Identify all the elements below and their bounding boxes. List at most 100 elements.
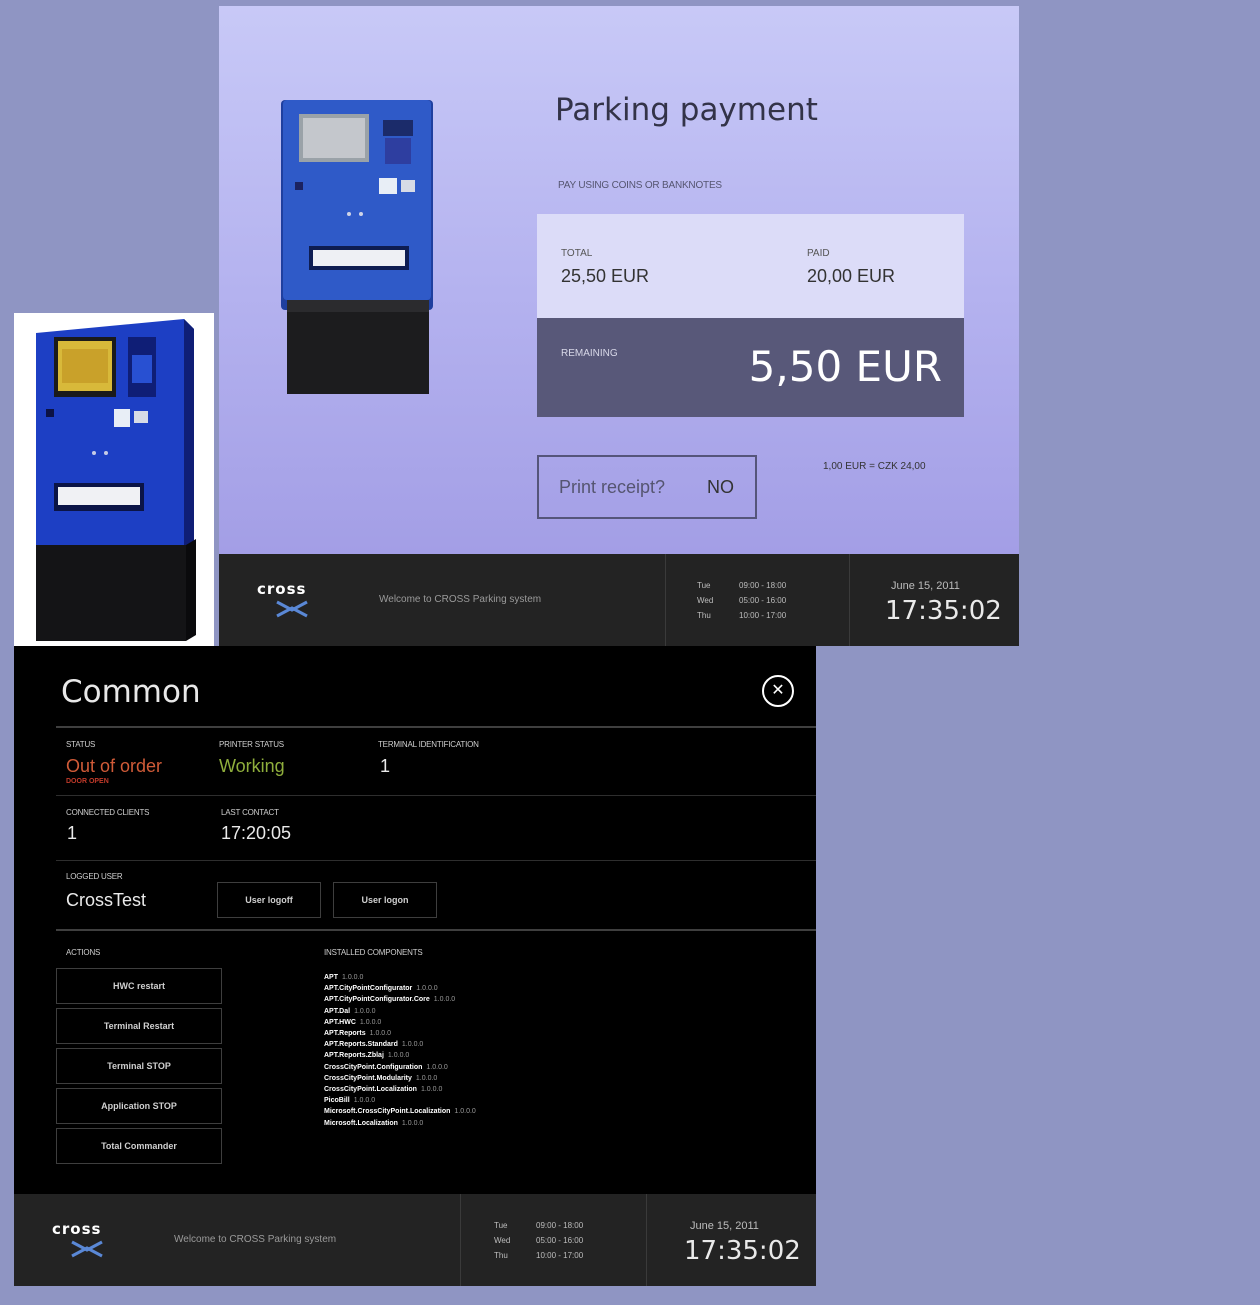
application-stop-button[interactable]: Application STOP xyxy=(56,1088,222,1124)
component-name: CrossCityPoint.Configuration xyxy=(324,1063,423,1071)
last-contact-value: 17:20:05 xyxy=(221,823,292,843)
component-item: CrossCityPoint.Modularity 1.0.0.0 xyxy=(324,1073,476,1084)
component-name: Microsoft.Localization xyxy=(324,1119,398,1127)
terminal-restart-button[interactable]: Terminal Restart xyxy=(56,1008,222,1044)
component-name: APT.CityPointConfigurator.Core xyxy=(324,996,430,1004)
component-version: 1.0.0.0 xyxy=(433,996,456,1004)
print-receipt-button[interactable]: Print receipt? NO xyxy=(537,455,757,519)
exchange-rate: 1,00 EUR = CZK 24,00 xyxy=(823,461,926,472)
component-name: APT.Reports.Zblaj xyxy=(324,1052,384,1060)
hwc-restart-button[interactable]: HWC restart xyxy=(56,968,222,1004)
opening-hours: Tue 09:00 - 18:00 Wed 05:00 - 16:00 Thu 10:… xyxy=(494,1218,583,1263)
connected-clients-value: 1 xyxy=(67,823,78,843)
component-item: APT 1.0.0.0 xyxy=(324,972,476,983)
user-logoff-button[interactable]: User logoff xyxy=(217,882,321,918)
section-divider xyxy=(56,929,816,931)
footer-time: 17:35:02 xyxy=(684,1236,801,1266)
actions-label: ACTIONS xyxy=(66,948,101,957)
payment-screen: Parking payment PAY USING COINS OR BANKN… xyxy=(219,6,1019,646)
page-title: Parking payment xyxy=(555,92,818,128)
print-receipt-value: NO xyxy=(707,477,734,497)
totals-panel: TOTAL 25,50 EUR PAID 20,00 EUR xyxy=(537,214,964,318)
terminal-id-label: TERMINAL IDENTIFICATION xyxy=(378,740,479,749)
welcome-text: Welcome to CROSS Parking system xyxy=(379,594,542,605)
print-receipt-label: Print receipt? xyxy=(559,477,666,497)
status-label: STATUS xyxy=(66,740,96,749)
payment-instruction: PAY USING COINS OR BANKNOTES xyxy=(558,180,722,191)
hours-row: Tue 09:00 - 18:00 xyxy=(697,581,787,590)
paid-value: 20,00 EUR xyxy=(807,266,896,286)
section-divider xyxy=(56,726,816,728)
component-item: APT.Reports.Zblaj 1.0.0.0 xyxy=(324,1050,476,1061)
installed-components-label: INSTALLED COMPONENTS xyxy=(324,948,423,957)
component-item: APT.CityPointConfigurator 1.0.0.0 xyxy=(324,983,476,994)
component-version: 1.0.0.0 xyxy=(342,974,364,981)
footer: cross Welcome to CROSS Parking system Tu… xyxy=(14,1194,816,1286)
common-panel: Common ✕ STATUS Out of order DOOR OPEN P… xyxy=(14,646,816,1286)
paid-label: PAID xyxy=(807,248,830,259)
component-name: Microsoft.CrossCityPoint.Localization xyxy=(324,1108,451,1116)
component-version: 1.0.0.0 xyxy=(369,1030,392,1038)
component-version: 1.0.0.0 xyxy=(454,1108,476,1116)
component-version: 1.0.0.0 xyxy=(401,1041,424,1049)
kiosk-photo xyxy=(14,313,214,646)
footer-divider xyxy=(646,1194,647,1286)
section-divider xyxy=(56,860,816,861)
remaining-panel: REMAINING 5,50 EUR xyxy=(537,318,964,417)
component-item: PicoBill 1.0.0.0 xyxy=(324,1095,476,1106)
hours-row: Wed 05:00 - 16:00 xyxy=(697,596,787,605)
component-item: Microsoft.CrossCityPoint.Localization 1.0… xyxy=(324,1106,476,1117)
logged-user-value: CrossTest xyxy=(66,890,147,910)
component-version: 1.0.0.0 xyxy=(426,1063,448,1071)
hours-row: Wed 05:00 - 16:00 xyxy=(494,1236,584,1245)
terminal-id-value: 1 xyxy=(380,756,391,776)
component-version: 1.0.0.0 xyxy=(416,985,438,993)
component-item: APT.Reports.Standard 1.0.0.0 xyxy=(324,1039,476,1050)
footer-divider xyxy=(665,554,666,646)
hours-row: Tue 09:00 - 18:00 xyxy=(494,1221,584,1230)
cross-logo: cross xyxy=(52,1220,132,1260)
status-detail: DOOR OPEN xyxy=(66,778,109,785)
kiosk-photo-image xyxy=(36,319,196,641)
remaining-label: REMAINING xyxy=(561,348,618,359)
section-divider xyxy=(56,795,816,796)
close-icon: ✕ xyxy=(771,682,785,699)
component-version: 1.0.0.0 xyxy=(420,1086,443,1094)
component-version: 1.0.0.0 xyxy=(415,1074,438,1082)
hours-row: Thu 10:00 - 17:00 xyxy=(697,611,787,620)
common-title: Common xyxy=(61,674,201,710)
footer: cross Welcome to CROSS Parking system Tu… xyxy=(219,554,1019,646)
component-item: APT.Reports 1.0.0.0 xyxy=(324,1028,476,1039)
close-button[interactable]: ✕ xyxy=(762,675,794,707)
total-value: 25,50 EUR xyxy=(561,266,650,286)
last-contact-label: LAST CONTACT xyxy=(221,808,279,817)
component-name: APT.CityPointConfigurator xyxy=(324,985,413,993)
component-name: CrossCityPoint.Localization xyxy=(324,1086,417,1094)
status-value: Out of order xyxy=(66,756,163,776)
component-item: APT.CityPointConfigurator.Core 1.0.0.0 xyxy=(324,994,476,1005)
opening-hours: Tue 09:00 - 18:00 Wed 05:00 - 16:00 Thu 10:… xyxy=(697,578,786,623)
components-list: APT 1.0.0.0 APT.CityPointConfigurator 1.0.0… xyxy=(324,972,476,1129)
footer-date: June 15, 2011 xyxy=(891,580,960,592)
component-version: 1.0.0.0 xyxy=(359,1018,382,1026)
component-item: APT.HWC 1.0.0.0 xyxy=(324,1017,476,1028)
footer-time: 17:35:02 xyxy=(885,596,1002,626)
component-item: Microsoft.Localization 1.0.0.0 xyxy=(324,1118,476,1129)
logo-chevron-icon xyxy=(276,600,308,618)
component-name: APT.Reports xyxy=(324,1030,366,1038)
component-version: 1.0.0.0 xyxy=(387,1052,410,1060)
user-logon-button[interactable]: User logon xyxy=(333,882,437,918)
total-commander-button[interactable]: Total Commander xyxy=(56,1128,222,1164)
component-version: 1.0.0.0 xyxy=(401,1119,424,1127)
component-item: CrossCityPoint.Configuration 1.0.0.0 xyxy=(324,1062,476,1073)
component-version: 1.0.0.0 xyxy=(353,1097,376,1105)
footer-date: June 15, 2011 xyxy=(690,1220,759,1232)
logo-text: cross xyxy=(52,1220,102,1238)
component-version: 1.0.0.0 xyxy=(354,1007,376,1015)
printer-status-value: Working xyxy=(219,756,285,776)
connected-clients-label: CONNECTED CLIENTS xyxy=(66,808,150,817)
printer-status-label: PRINTER STATUS xyxy=(219,740,284,749)
remaining-value: 5,50 EUR xyxy=(748,342,942,391)
logo-text: cross xyxy=(257,580,307,598)
terminal-stop-button[interactable]: Terminal STOP xyxy=(56,1048,222,1084)
